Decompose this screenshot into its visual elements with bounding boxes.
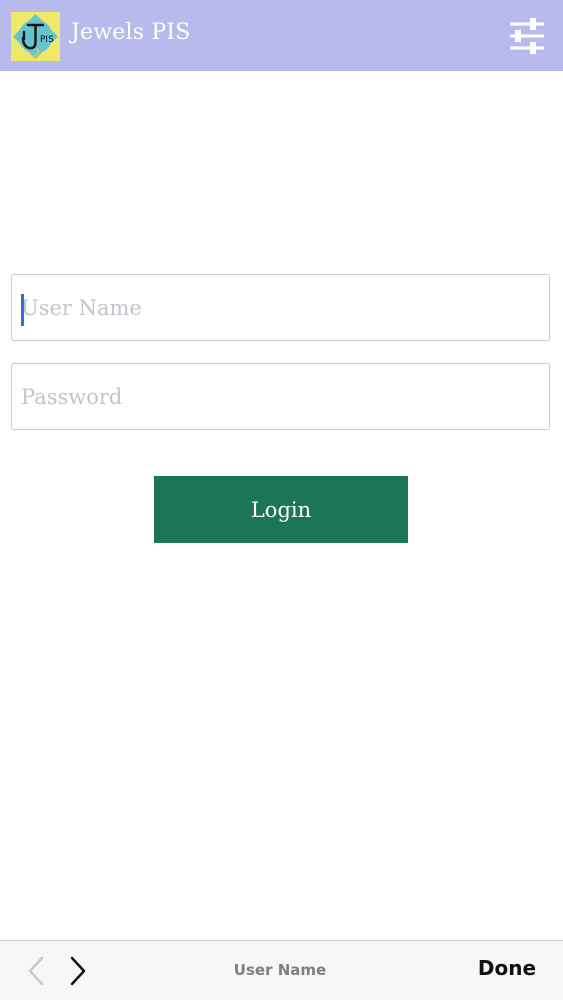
username-field-container: [11, 274, 550, 341]
done-button[interactable]: Done: [470, 956, 544, 980]
sliders-icon: [510, 18, 544, 54]
text-caret: [21, 294, 24, 326]
chevron-left-icon: [28, 956, 44, 986]
previous-field-button[interactable]: [24, 955, 48, 987]
settings-button[interactable]: [506, 16, 548, 56]
next-field-button[interactable]: [66, 955, 90, 987]
app-title: Jewels PIS: [71, 20, 191, 45]
username-input[interactable]: [21, 275, 541, 340]
password-input[interactable]: [21, 364, 541, 429]
logo-text: PIS: [40, 35, 54, 45]
app-logo: PIS: [11, 12, 60, 61]
password-field-container: [11, 363, 550, 430]
jewels-pis-logo-icon: PIS: [11, 12, 60, 61]
keyboard-accessory-bar: User Name Done: [0, 940, 563, 1000]
chevron-right-icon: [70, 956, 86, 986]
current-field-label: User Name: [233, 961, 327, 979]
app-header: PIS Jewels PIS: [0, 0, 563, 71]
login-button[interactable]: Login: [154, 476, 408, 543]
